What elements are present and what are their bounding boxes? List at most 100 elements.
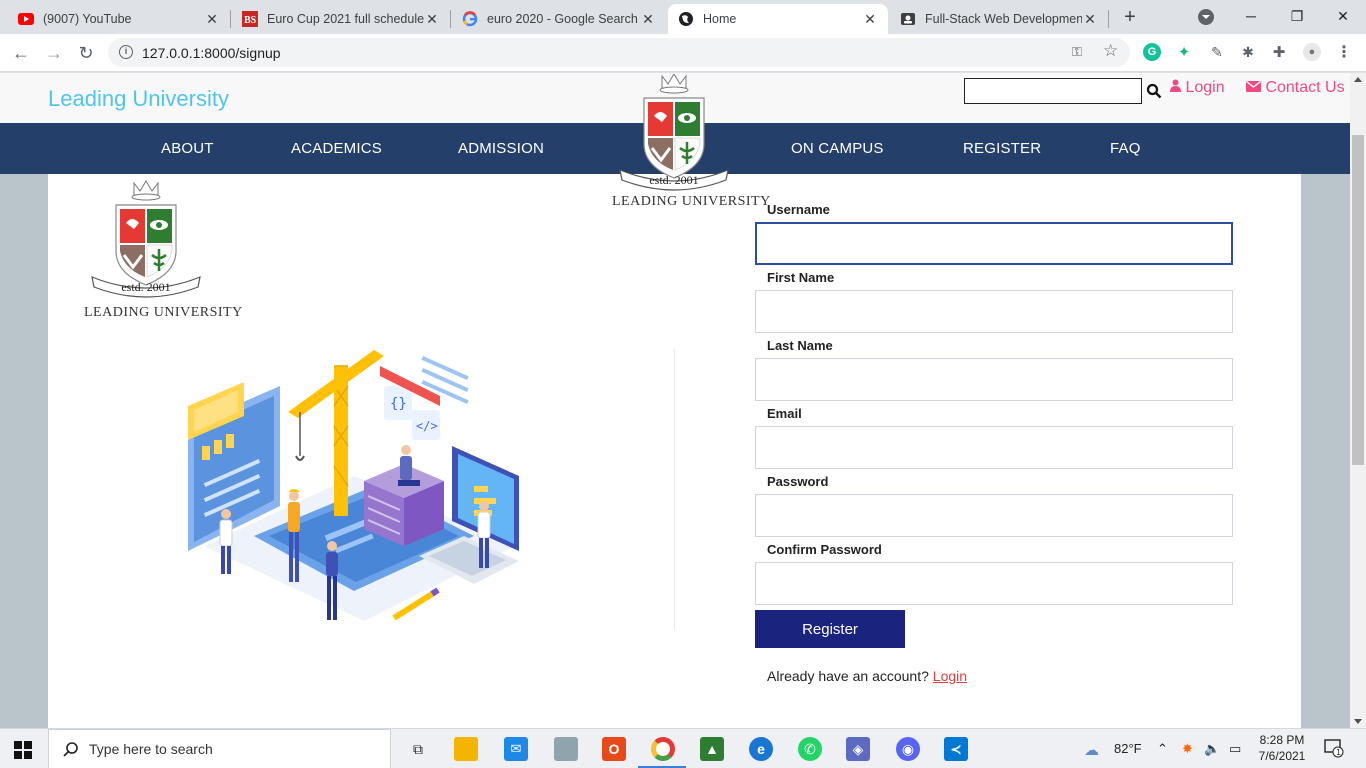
speaker-icon[interactable]: 🔈 [1204, 741, 1220, 757]
svg-text:</>: </> [416, 419, 438, 433]
close-tab-icon[interactable]: ✕ [640, 11, 656, 28]
first-name-input[interactable] [755, 290, 1233, 333]
task-view-icon[interactable]: ⧉ [406, 737, 430, 761]
construction-illustration: {} </> [184, 346, 529, 636]
close-tab-icon[interactable]: ✕ [862, 11, 878, 28]
username-input[interactable] [755, 222, 1233, 265]
whatsapp-icon[interactable]: ✆ [798, 737, 822, 761]
tab-full-stack[interactable]: Full-Stack Web Development ✕ [890, 4, 1108, 34]
password-key-icon[interactable]: ⚿ [1072, 44, 1082, 60]
windows-start-icon[interactable] [14, 741, 32, 764]
scroll-up-arrow-icon[interactable] [1354, 77, 1362, 82]
taskbar-search-box[interactable]: Type here to search [48, 729, 391, 768]
header-search-input[interactable] [964, 78, 1142, 104]
minimize-icon[interactable]: ─ [1236, 4, 1266, 28]
already-account-text: Already have an account? [767, 668, 929, 684]
tab-home[interactable]: Home ✕ [668, 4, 888, 34]
tab-separator [1108, 10, 1109, 28]
crest-caption: LEADING UNIVERSITY [84, 305, 243, 320]
svg-text:{}: {} [390, 396, 407, 412]
site-brand[interactable]: Leading University [48, 86, 229, 112]
browser-menu-icon[interactable]: ⋮ [1335, 43, 1353, 61]
page-scrollbar[interactable] [1350, 73, 1366, 728]
taskbar-clock[interactable]: 8:28 PM 7/6/2021 [1254, 732, 1310, 764]
search-icon [63, 742, 78, 757]
close-tab-icon[interactable]: ✕ [1082, 11, 1098, 28]
mail-icon[interactable]: ✉ [504, 737, 528, 761]
tray-app-icon[interactable]: ✸ [1182, 741, 1193, 757]
nav-academics[interactable]: ACADEMICS [291, 140, 382, 157]
computer-icon[interactable] [554, 737, 578, 761]
tab-search-icon[interactable] [1198, 9, 1214, 25]
last-name-input[interactable] [755, 358, 1233, 401]
register-button[interactable]: Register [755, 610, 905, 648]
new-tab-button[interactable]: + [1118, 6, 1142, 30]
nav-faq[interactable]: FAQ [1110, 140, 1141, 157]
virtualbox-icon[interactable]: ◈ [846, 737, 870, 761]
password-input[interactable] [755, 494, 1233, 537]
close-tab-icon[interactable]: ✕ [204, 11, 220, 28]
nav-admission[interactable]: ADMISSION [458, 140, 544, 157]
chrome-icon[interactable] [651, 737, 675, 761]
office-icon[interactable]: O [602, 737, 626, 761]
file-explorer-icon[interactable] [454, 737, 478, 761]
edge-icon[interactable]: e [749, 737, 773, 761]
clock-date: 7/6/2021 [1258, 749, 1306, 763]
user-icon [1170, 79, 1185, 96]
network-icon[interactable]: ▭ [1229, 741, 1241, 757]
profile-avatar-icon[interactable]: ● [1303, 43, 1321, 61]
windows-taskbar: Type here to search ⧉ ✉ O ▲ e ✆ ◈ ◉ ≺ ☁ … [0, 728, 1366, 768]
browser-toolbar: ← → ↻ i 127.0.0.1:8000/signup ⚿ ☆ G ✦ ✎ … [0, 34, 1366, 72]
contact-label: Contact Us [1265, 79, 1345, 96]
tab-title: Home [703, 12, 737, 26]
navbar-crest-logo[interactable]: estd. 2001 LEADING UNIVERSITY [612, 73, 770, 209]
notification-center-icon[interactable]: 1 [1324, 738, 1344, 761]
discord-icon[interactable]: ◉ [896, 737, 920, 761]
extension-bird-icon[interactable]: ✦ [1175, 43, 1193, 61]
forward-icon[interactable]: → [41, 41, 67, 65]
nav-about[interactable]: ABOUT [161, 140, 214, 157]
email-input[interactable] [755, 426, 1233, 469]
tab-separator [230, 10, 231, 28]
login-label: Login [1185, 79, 1225, 96]
weather-icon[interactable]: ☁ [1084, 741, 1099, 759]
first-name-label: First Name [767, 270, 835, 285]
tab-google-search[interactable]: euro 2020 - Google Search ✕ [452, 4, 666, 34]
card-crest-logo: estd. 2001 LEADING UNIVERSITY [84, 178, 242, 320]
scroll-down-arrow-icon[interactable] [1354, 719, 1362, 724]
bookmark-star-icon[interactable]: ☆ [1103, 41, 1118, 61]
header-contact-link[interactable]: Contact Us [1246, 79, 1345, 97]
extension-pen-icon[interactable]: ✎ [1208, 43, 1226, 61]
site-info-icon[interactable]: i [119, 45, 133, 59]
header-login-link[interactable]: Login [1170, 79, 1225, 97]
login-link[interactable]: Login [933, 668, 967, 684]
column-divider [674, 349, 675, 629]
tab-euro-cup[interactable]: BS Euro Cup 2021 full schedule, ✕ [232, 4, 450, 34]
close-window-icon[interactable]: ✕ [1328, 4, 1358, 28]
browser-tab-strip: (9007) YouTube ✕ BS Euro Cup 2021 full s… [0, 0, 1366, 34]
reload-icon[interactable]: ↻ [73, 41, 99, 65]
back-icon[interactable]: ← [8, 41, 34, 65]
tab-youtube[interactable]: (9007) YouTube ✕ [8, 4, 230, 34]
sublime-like-icon[interactable]: ▲ [700, 737, 724, 761]
tab-title: (9007) YouTube [43, 12, 132, 26]
bs-news-icon: BS [242, 11, 258, 27]
extensions-puzzle-icon[interactable]: ✚ [1270, 43, 1288, 61]
tray-overflow-icon[interactable]: ⌃ [1157, 741, 1168, 757]
crest-estd-text: estd. 2001 [649, 173, 698, 187]
svg-text:BS: BS [244, 15, 257, 26]
confirm-password-input[interactable] [755, 562, 1233, 605]
extension-bug-icon[interactable]: ✱ [1239, 43, 1257, 61]
tab-title: euro 2020 - Google Search [487, 12, 638, 26]
weather-temp[interactable]: 82°F [1114, 741, 1142, 756]
vscode-icon[interactable]: ≺ [944, 737, 968, 761]
maximize-icon[interactable]: ❐ [1282, 4, 1312, 28]
grammarly-extension-icon[interactable]: G [1143, 43, 1161, 61]
nav-register[interactable]: REGISTER [963, 140, 1041, 157]
tab-title: Full-Stack Web Development [925, 12, 1082, 26]
search-icon[interactable] [1146, 83, 1162, 99]
address-bar[interactable]: i 127.0.0.1:8000/signup ⚿ ☆ [108, 38, 1130, 67]
nav-on-campus[interactable]: ON CAMPUS [791, 140, 884, 157]
close-tab-icon[interactable]: ✕ [424, 11, 440, 28]
scrollbar-thumb[interactable] [1352, 135, 1364, 465]
